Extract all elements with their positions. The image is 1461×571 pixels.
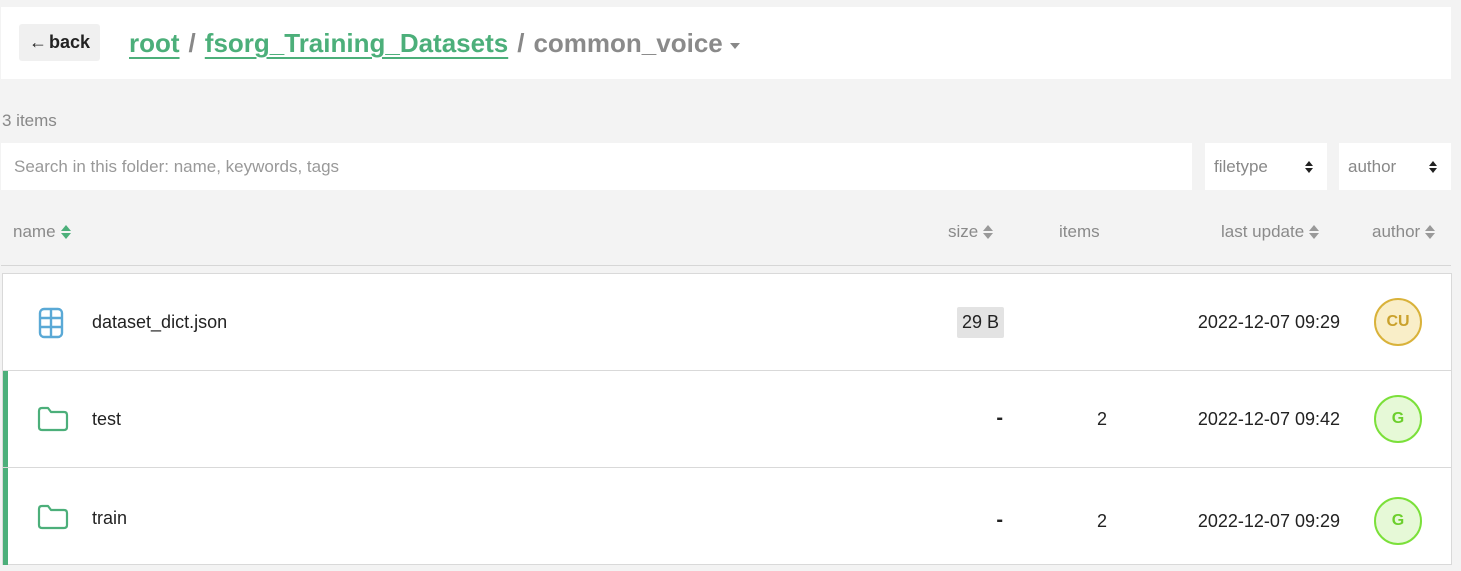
folder-icon	[37, 504, 69, 535]
row-last-update: 2022-12-07 09:42	[1197, 409, 1340, 429]
folder-icon	[37, 406, 69, 437]
header-divider	[1, 265, 1451, 266]
search-input[interactable]	[1, 143, 1192, 190]
select-arrows-icon	[1429, 160, 1437, 173]
row-name[interactable]: test	[92, 409, 121, 430]
row-name[interactable]: train	[92, 508, 127, 529]
breadcrumb-parent-link[interactable]: fsorg_Training_Datasets	[205, 28, 508, 59]
author-select[interactable]: author	[1339, 143, 1451, 190]
breadcrumb-current-folder[interactable]: common_voice	[533, 27, 740, 59]
avatar-initials: CU	[1386, 313, 1410, 330]
row-size: -	[996, 509, 1003, 531]
file-table: dataset_dict.json 29 B 2022-12-07 09:29 …	[2, 273, 1452, 565]
column-header-items: items	[1059, 221, 1100, 243]
column-header-size-label: size	[948, 222, 979, 241]
back-button[interactable]: ← back	[19, 24, 100, 61]
sort-icon	[1309, 225, 1320, 239]
author-select-label: author	[1348, 156, 1397, 176]
column-header-size[interactable]: size	[948, 221, 994, 243]
row-items: 2	[1096, 409, 1107, 429]
row-name[interactable]: dataset_dict.json	[92, 312, 227, 333]
sort-icon	[60, 225, 71, 239]
avatar-initials: G	[1391, 512, 1405, 529]
column-header-name[interactable]: name	[13, 221, 71, 243]
column-header-author[interactable]: author	[1372, 221, 1436, 243]
select-arrows-icon	[1305, 160, 1313, 173]
column-header-author-label: author	[1372, 222, 1421, 241]
avatar: G	[1374, 395, 1422, 443]
row-size: 29 B	[956, 307, 1004, 338]
filetype-select[interactable]: filetype	[1205, 143, 1327, 190]
filetype-select-label: filetype	[1214, 156, 1268, 176]
column-header-name-label: name	[13, 222, 56, 241]
breadcrumb-current-label: common_voice	[533, 27, 723, 58]
avatar: G	[1374, 497, 1422, 545]
header-bar: ← back root / fsorg_Training_Datasets / …	[1, 7, 1451, 79]
column-header-last-update[interactable]: last update	[1221, 221, 1320, 243]
sort-icon	[983, 225, 994, 239]
breadcrumb-root-link[interactable]: root	[129, 28, 180, 59]
sort-icon	[1425, 225, 1436, 239]
column-header-items-label: items	[1059, 222, 1100, 241]
avatar-initials: G	[1391, 410, 1405, 427]
breadcrumb-separator: /	[517, 27, 525, 58]
avatar: CU	[1374, 298, 1422, 346]
column-header-last-update-label: last update	[1221, 222, 1305, 241]
caret-down-icon	[729, 43, 740, 49]
table-row[interactable]: dataset_dict.json 29 B 2022-12-07 09:29 …	[3, 274, 1451, 371]
breadcrumb: root / fsorg_Training_Datasets / common_…	[129, 25, 740, 61]
row-items: 2	[1096, 511, 1107, 531]
row-last-update: 2022-12-07 09:29	[1197, 511, 1340, 531]
table-file-icon	[37, 307, 65, 344]
breadcrumb-separator: /	[188, 27, 196, 58]
table-row[interactable]: test - 2 2022-12-07 09:42 G	[3, 371, 1451, 468]
arrow-left-icon: ←	[28, 32, 47, 52]
items-count: 3 items	[2, 111, 57, 130]
back-button-label: back	[48, 32, 91, 52]
row-size: -	[996, 407, 1003, 429]
table-row[interactable]: train - 2 2022-12-07 09:29 G	[3, 468, 1451, 565]
row-last-update: 2022-12-07 09:29	[1197, 312, 1340, 332]
